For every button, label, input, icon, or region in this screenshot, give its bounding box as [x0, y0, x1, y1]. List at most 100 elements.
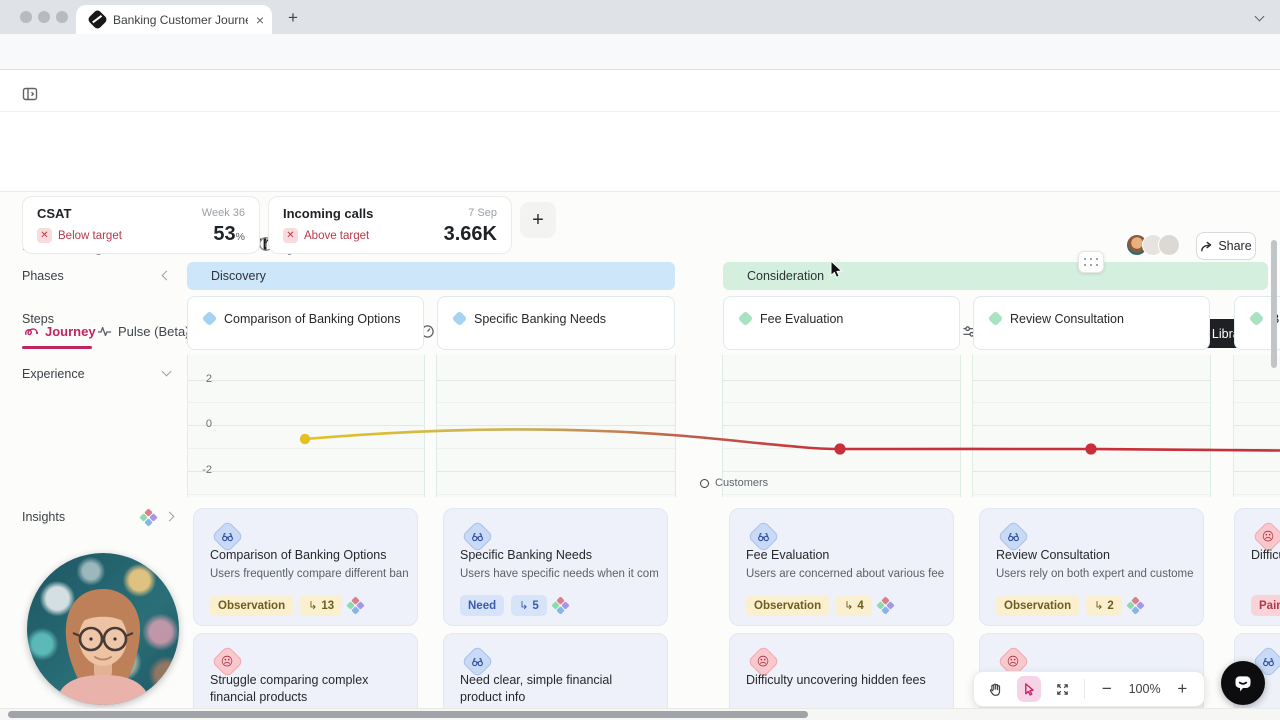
insight-count-tag[interactable]: ↳ 13 [300, 595, 343, 616]
zoom-in-button[interactable]: + [1171, 676, 1194, 702]
step-card[interactable]: Specific Banking Needs [437, 296, 675, 350]
sidebar-panel-icon[interactable] [22, 86, 38, 102]
zoom-out-button[interactable]: − [1095, 676, 1118, 702]
lane-label-steps: Steps [22, 312, 54, 326]
fit-view-expand-icon[interactable] [1051, 676, 1074, 702]
insights-diamond-icon [346, 596, 365, 615]
zoom-level[interactable]: 100% [1129, 682, 1161, 696]
tab-journey[interactable]: Journey [24, 324, 96, 339]
lane-label-insights: Insights [22, 510, 66, 524]
chat-launcher-button[interactable] [1221, 661, 1265, 705]
insight-type-tag[interactable]: Observation [996, 595, 1080, 616]
metric-card-csat[interactable]: CSAT Week 36 ✕ Below target 53% [22, 196, 260, 254]
pan-hand-tool[interactable] [984, 676, 1007, 702]
metric-status: Below target [58, 230, 122, 242]
data-point-yellow [299, 433, 311, 445]
legend-label: Customers [715, 477, 769, 489]
step-card[interactable]: Fee Evaluation [723, 296, 960, 350]
insight-card[interactable]: ☹ Difficu Pain [1234, 508, 1280, 626]
metric-value: 3.66K [443, 223, 497, 245]
insight-title: Need clear, simple financial product inf… [460, 673, 613, 704]
metric-name: Incoming calls [283, 206, 374, 221]
metric-name: CSAT [37, 206, 72, 221]
insight-count-tag[interactable]: ↳ 2 [1086, 595, 1122, 616]
insight-title: Review Consultation [996, 548, 1110, 562]
sad-face-icon: ☹ [1262, 529, 1275, 544]
sad-face-icon: ☹ [221, 654, 234, 669]
insight-card[interactable]: ☹ Difficulty uncovering hidden fees [729, 633, 954, 720]
collapse-phases-chevron-icon[interactable] [161, 270, 172, 281]
breadcrumb-bar: Journeys / Banking Customer Journey [0, 70, 1280, 170]
toolbar-divider [1084, 679, 1086, 699]
insight-description: Users are concerned about various fees..… [746, 568, 944, 580]
theydo-favicon-icon [86, 8, 109, 31]
insight-type-tag[interactable]: Pain [1251, 595, 1280, 616]
tab-pulse[interactable]: Pulse (Beta) [97, 324, 190, 339]
sad-face-icon: ☹ [1007, 654, 1020, 669]
legend-circle-icon [700, 478, 709, 488]
insights-diamond-icon [1126, 596, 1145, 615]
expand-insights-chevron-icon[interactable] [164, 511, 175, 522]
select-cursor-tool[interactable] [1017, 676, 1041, 702]
horizontal-scrollbar-thumb[interactable] [8, 711, 808, 718]
step-diamond-icon [737, 310, 754, 327]
pulse-icon [97, 326, 112, 337]
step-card[interactable]: Review Consultation [973, 296, 1210, 350]
step-card[interactable]: Comparison of Banking Options [187, 296, 424, 350]
window-zoom-button[interactable] [56, 11, 68, 23]
new-tab-button[interactable]: + [288, 8, 298, 28]
canvas-toolbar: − 100% + [973, 671, 1205, 707]
collapse-experience-chevron-icon[interactable] [161, 366, 172, 377]
journey-tabs-row: Journey Pulse (Beta) Insights Opportunit… [0, 158, 1280, 349]
presenter-person [55, 589, 151, 705]
journey-icon [25, 328, 39, 336]
insight-card[interactable]: Specific Banking Needs Users have specif… [443, 508, 668, 626]
browser-tab[interactable]: Banking Customer Journey | × [76, 5, 272, 34]
insight-type-tag[interactable]: Need [460, 595, 505, 616]
tab-close-icon[interactable]: × [256, 13, 264, 27]
insight-count-tag[interactable]: ↳ 4 [836, 595, 872, 616]
above-target-x-icon: ✕ [283, 228, 298, 243]
insight-count-tag[interactable]: ↳ 5 [511, 595, 547, 616]
avatar[interactable] [1158, 234, 1180, 256]
data-point-red [1085, 443, 1097, 455]
metric-card-incoming-calls[interactable]: Incoming calls 7 Sep ✕ Above target 3.66… [268, 196, 512, 254]
insight-title: Specific Banking Needs [460, 548, 593, 562]
insight-title: Comparison of Banking Options [210, 548, 387, 562]
mouse-cursor [830, 260, 843, 278]
browser-toolbar: ← → app.theydo.com/demo/telco/journey/83… [0, 34, 1280, 100]
insight-title: Difficu [1251, 548, 1280, 562]
chart-legend[interactable]: Customers [700, 477, 768, 489]
lane-label-phases: Phases [22, 269, 64, 283]
collaborator-avatars[interactable] [1126, 234, 1180, 256]
chat-bubble-icon [1235, 676, 1251, 692]
phase-drag-handle[interactable] [1078, 251, 1104, 273]
vertical-scrollbar-thumb[interactable] [1271, 240, 1277, 368]
share-label: Share [1218, 239, 1252, 253]
browser-window: Banking Customer Journey | × + ← → app.t… [0, 0, 1280, 720]
window-minimize-button[interactable] [38, 11, 50, 23]
phase-consideration[interactable]: Consideration [723, 262, 1268, 290]
insight-card[interactable]: Review Consultation Users rely on both e… [979, 508, 1204, 626]
data-point-red [834, 443, 846, 455]
step-diamond-icon [201, 310, 218, 327]
insight-type-tag[interactable]: Observation [210, 595, 294, 616]
insights-diamond-icon [876, 596, 895, 615]
window-close-button[interactable] [20, 11, 32, 23]
metric-period: Week 36 [201, 207, 245, 219]
insight-type-tag[interactable]: Observation [746, 595, 830, 616]
sad-face-icon: ☹ [757, 654, 770, 669]
phase-discovery[interactable]: Discovery [187, 262, 675, 290]
tab-search-chevron-icon[interactable] [1254, 11, 1265, 22]
step-diamond-icon [1248, 310, 1265, 327]
add-metric-button[interactable]: + [520, 202, 556, 238]
insight-card[interactable]: Comparison of Banking Options Users freq… [193, 508, 418, 626]
insight-card[interactable]: ☹ Struggle comparing complex financial p… [193, 633, 418, 720]
presenter-webcam-video[interactable] [27, 553, 179, 705]
metric-period: 7 Sep [468, 207, 497, 219]
insight-title: Fee Evaluation [746, 548, 830, 562]
share-button[interactable]: Share [1196, 232, 1256, 260]
insight-card[interactable]: Need clear, simple financial product inf… [443, 633, 668, 720]
insight-card[interactable]: Fee Evaluation Users are concerned about… [729, 508, 954, 626]
insight-description: Users frequently compare different banki… [210, 568, 408, 580]
